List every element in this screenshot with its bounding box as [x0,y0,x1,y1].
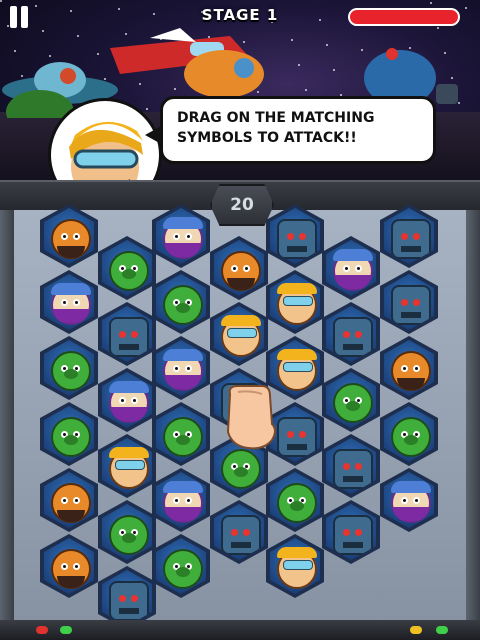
board-rail-left [0,210,14,620]
pig-icon [333,383,373,423]
bot-icon [277,417,317,457]
tile-inner [44,406,94,462]
tile-inner [270,472,320,528]
hero-icon [277,349,317,391]
tile-inner [44,340,94,396]
bot-icon [333,449,373,489]
led-yellow-right [410,626,422,634]
tile-inner [44,208,94,264]
tile-inner [102,504,152,560]
tile-inner [102,438,152,494]
ninja-icon [163,217,203,259]
tile-inner [102,306,152,362]
tile-inner [102,570,152,626]
board-frame-bottom [0,620,480,640]
tile-inner [214,240,264,296]
hero-icon [109,447,149,489]
tile-inner [326,504,376,560]
tile-inner [156,406,206,462]
tile-inner [384,208,434,264]
tile-inner [326,372,376,428]
tile-inner [156,538,206,594]
pig-icon [163,549,203,589]
tile-inner [326,306,376,362]
bot-icon [391,219,431,259]
orc-icon [51,549,91,589]
tutorial-line-2: SYMBOLS TO ATTACK!! [177,130,357,146]
moves-counter: 20 [210,184,274,226]
health-fill [350,10,458,24]
ninja-icon [163,349,203,391]
orc-icon [221,251,261,291]
orc-icon [51,483,91,523]
board-rail-right [466,210,480,620]
pig-icon [391,417,431,457]
health-bar [348,8,460,26]
tile-inner [214,504,264,560]
pig-icon [277,483,317,523]
tile-inner [270,538,320,594]
pig-icon [163,285,203,325]
pig-icon [163,417,203,457]
hero-icon [277,547,317,589]
tile-inner [156,274,206,330]
ninja-icon [163,481,203,523]
tile-inner [44,472,94,528]
pig-icon [221,449,261,489]
tile-inner [156,472,206,528]
tile-inner [156,208,206,264]
bot-icon [221,515,261,555]
pig-icon [109,515,149,555]
ninja-icon [391,481,431,523]
pig-icon [51,351,91,391]
bot-icon [277,219,317,259]
game-screen: STAGE 1 DRAG ON THE MATCHING SYMBOLS TO … [0,0,480,640]
orc-icon [391,351,431,391]
bot-icon [391,285,431,325]
star [0,0,2,2]
tile-inner [214,306,264,362]
tile-inner [384,340,434,396]
moves-counter-value: 20 [230,195,254,215]
star [430,2,432,4]
ninja-icon [51,283,91,325]
orc-icon [51,219,91,259]
orange-pod [184,50,264,98]
led-green-left [60,626,72,634]
hero-icon [221,315,261,357]
tile-inner [270,274,320,330]
pig-icon [51,417,91,457]
bot-icon [109,581,149,621]
tile-inner [326,438,376,494]
pointer-hand-icon [226,385,276,450]
tutorial-bubble: DRAG ON THE MATCHING SYMBOLS TO ATTACK!! [145,96,436,164]
tile-inner [44,274,94,330]
tile-inner [270,208,320,264]
bot-icon [109,317,149,357]
ninja-icon [109,381,149,423]
tile-inner [102,372,152,428]
tutorial-text: DRAG ON THE MATCHING SYMBOLS TO ATTACK!! [163,99,433,157]
tile-inner [384,406,434,462]
tile-inner [384,472,434,528]
pig-icon [109,251,149,291]
tile-inner [326,240,376,296]
tile-inner [102,240,152,296]
tile-inner [384,274,434,330]
ninja-icon [333,249,373,291]
tile-inner [156,340,206,396]
tile-inner [44,538,94,594]
tutorial-line-1: DRAG ON THE MATCHING [177,110,375,126]
bot-icon [333,317,373,357]
led-red-left [36,626,48,634]
led-green-right [436,626,448,634]
hero-icon [277,283,317,325]
bot-icon [333,515,373,555]
